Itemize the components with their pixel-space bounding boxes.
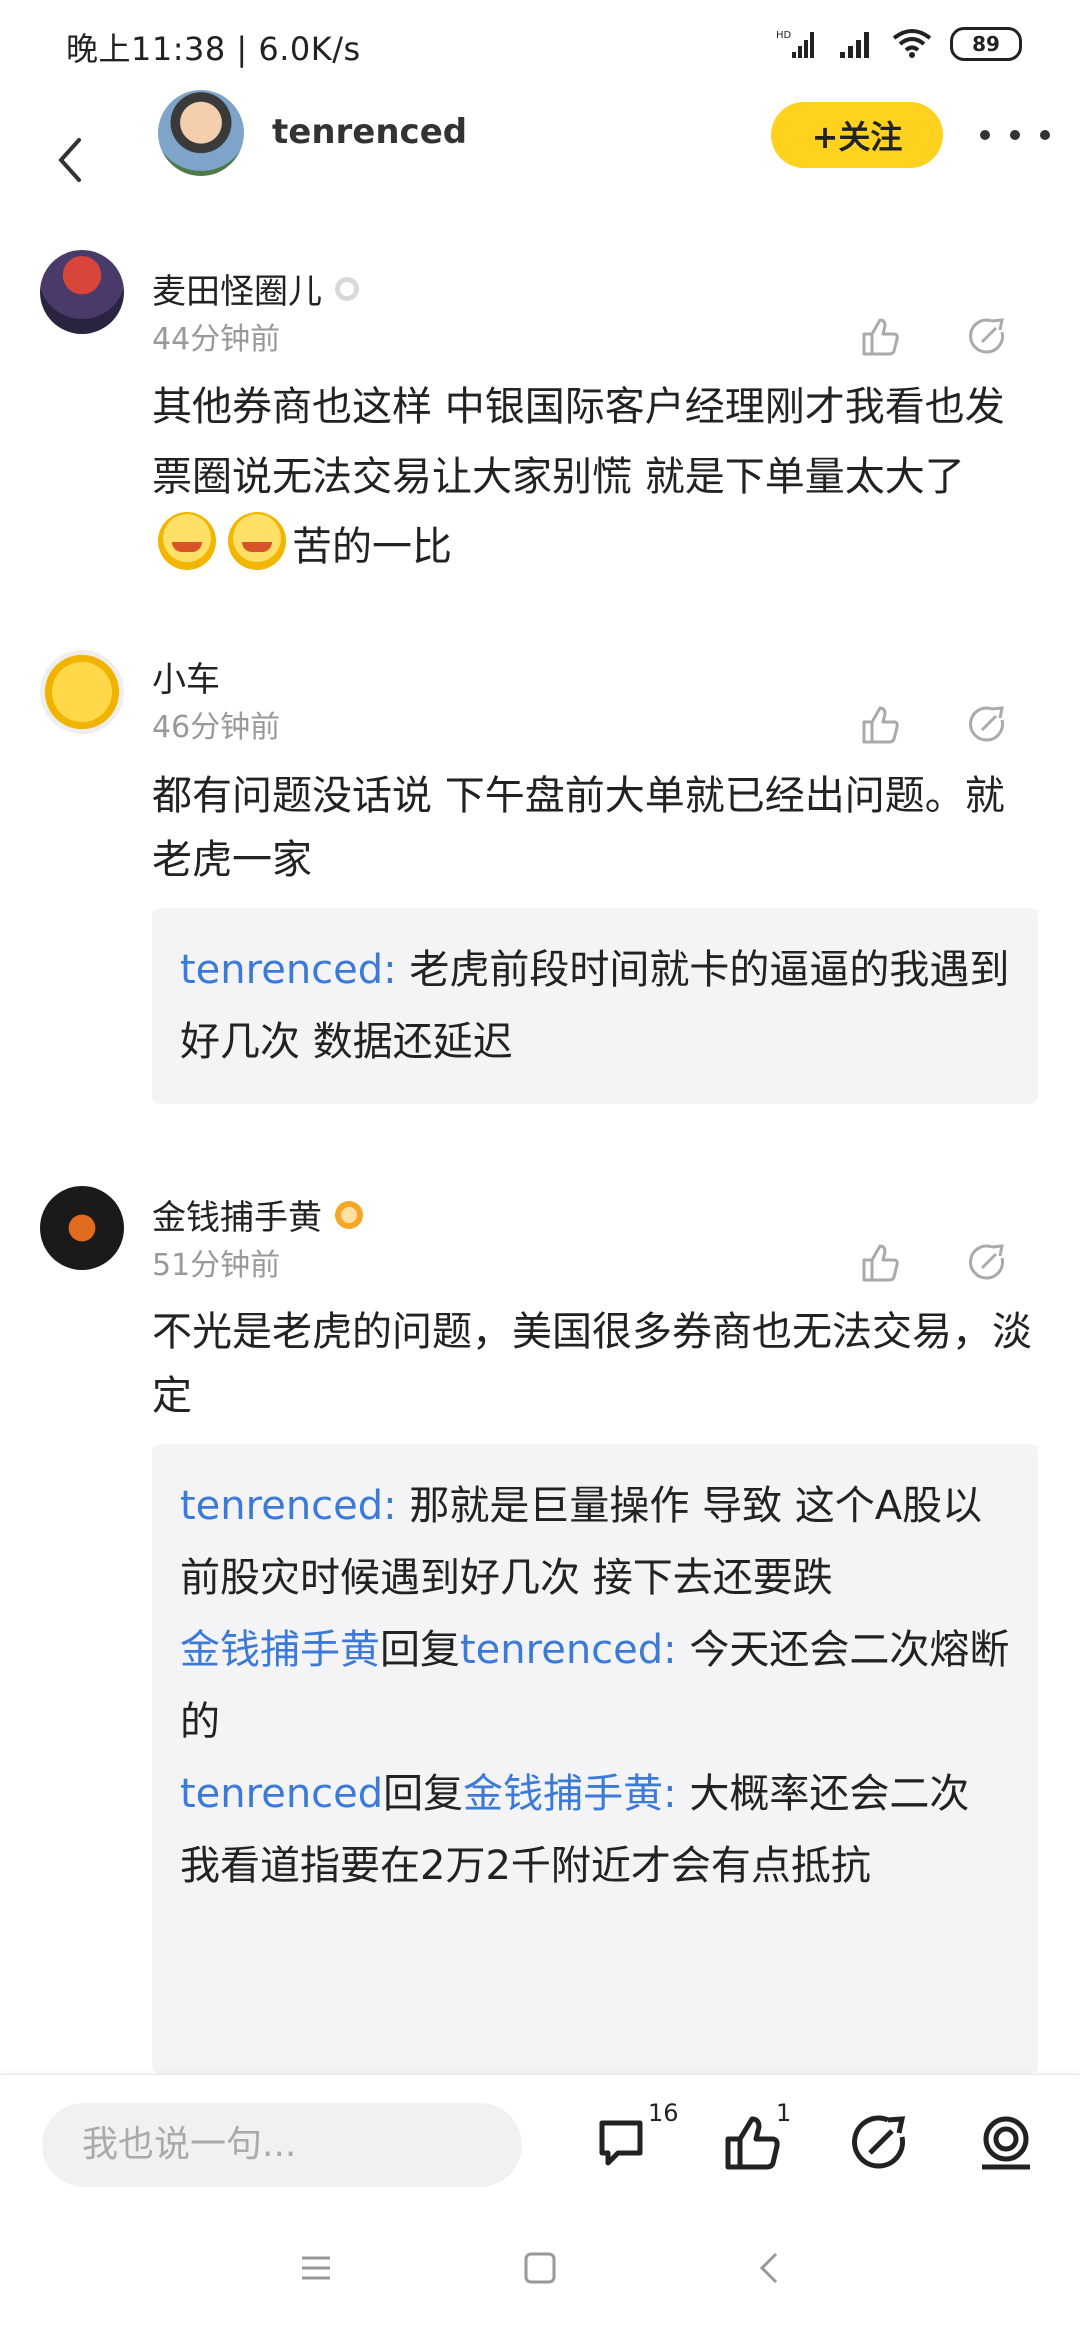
commenter-name[interactable]: 麦田怪圈儿 — [152, 264, 362, 313]
signal-icon — [840, 32, 869, 58]
comment-input[interactable]: 我也说一句... — [42, 2103, 522, 2187]
reply-item: tenrenced: 老虎前段时间就卡的逼逼的我遇到好几次 数据还延迟 — [180, 934, 1010, 1078]
user-avatar[interactable] — [158, 90, 244, 176]
like-count: 1 — [776, 2099, 792, 2127]
commenter-avatar[interactable] — [40, 650, 124, 734]
more-options-button[interactable] — [980, 110, 1050, 160]
svg-text:HD: HD — [776, 30, 792, 41]
battery-indicator: 89 — [950, 27, 1022, 61]
bottom-action-bar: 我也说一句... 16 1 — [0, 2074, 1080, 2211]
comment-text-part: 苦的一比 — [292, 524, 452, 570]
signal-hd-icon: HD — [776, 30, 814, 58]
reply-item: tenrenced: 那就是巨量操作 导致 这个A股以前股灾时候遇到好几次 接下… — [180, 1470, 1010, 1614]
reply-author[interactable]: tenrenced — [180, 947, 383, 993]
reward-icon[interactable] — [974, 2111, 1038, 2175]
level-badge-icon — [335, 276, 359, 301]
dot-icon — [1010, 130, 1020, 140]
dot-icon — [980, 130, 990, 140]
share-icon[interactable] — [966, 1240, 1010, 1284]
comment-text: 都有问题没话说 下午盘前大单就已经出问题。就老虎一家 — [152, 773, 1005, 883]
reply-author[interactable]: 金钱捕手黄 — [180, 1627, 380, 1673]
status-icons: HD 89 — [776, 24, 1022, 64]
home-icon[interactable] — [522, 2250, 558, 2286]
reply-author[interactable]: tenrenced — [180, 1771, 383, 1817]
reply-thread[interactable]: tenrenced: 老虎前段时间就卡的逼逼的我遇到好几次 数据还延迟 — [152, 908, 1038, 1104]
crying-emoji-icon — [228, 512, 286, 570]
comment-text-part: 其他券商也这样 中银国际客户经理刚才我看也发票圈说无法交易让大家别慌 就是下单量… — [152, 384, 1005, 500]
comment-time: 46分钟前 — [152, 710, 281, 745]
system-nav-bar — [0, 2210, 1080, 2340]
like-icon[interactable] — [858, 702, 902, 746]
reply-verb: 回复 — [380, 1627, 460, 1673]
crying-emoji-icon — [158, 512, 216, 570]
reply-verb: 回复 — [383, 1771, 464, 1817]
reply-thread[interactable]: tenrenced: 那就是巨量操作 导致 这个A股以前股灾时候遇到好几次 接下… — [152, 1444, 1038, 2074]
status-time: 晚上11:38 | 6.0K/s — [66, 30, 361, 68]
reply-item: 金钱捕手黄回复tenrenced: 今天还会二次熔断的 — [180, 1614, 1010, 1758]
dot-icon — [1040, 130, 1050, 140]
commenter-name-text: 金钱捕手黄 — [152, 1198, 322, 1238]
back-nav-icon[interactable] — [752, 2250, 788, 2286]
share-icon[interactable] — [966, 314, 1010, 358]
commenter-name[interactable]: 金钱捕手黄 — [152, 1190, 366, 1239]
status-bar: 晚上11:38 | 6.0K/s HD 89 — [0, 0, 1080, 90]
reply-author[interactable]: tenrenced — [180, 1483, 383, 1529]
comment-time: 44分钟前 — [152, 322, 281, 357]
reply-separator: : — [383, 947, 410, 993]
commenter-name[interactable]: 小车 — [152, 652, 220, 701]
commenter-avatar[interactable] — [40, 250, 124, 334]
like-icon[interactable] — [858, 1240, 902, 1284]
chevron-left-icon — [58, 138, 81, 182]
reply-item: tenrenced回复金钱捕手黄: 大概率还会二次 我看道指要在2万2千附近才会… — [180, 1758, 1010, 1902]
back-button[interactable] — [40, 110, 100, 210]
top-nav: tenrenced +关注 — [0, 90, 1080, 230]
like-icon[interactable] — [858, 314, 902, 358]
menu-icon[interactable] — [298, 2250, 334, 2286]
reply-target[interactable]: tenrenced — [460, 1627, 663, 1673]
reply-separator: : — [663, 1771, 690, 1817]
comment-time: 51分钟前 — [152, 1248, 281, 1283]
commenter-avatar[interactable] — [40, 1186, 124, 1270]
comment-count: 16 — [648, 2099, 679, 2127]
reply-separator: : — [383, 1483, 410, 1529]
comment-text: 不光是老虎的问题，美国很多券商也无法交易，淡定 — [152, 1309, 1032, 1419]
commenter-name-text: 麦田怪圈儿 — [152, 272, 322, 312]
share-icon[interactable] — [848, 2111, 912, 2175]
follow-button[interactable]: +关注 — [771, 102, 943, 168]
reply-separator: : — [663, 1627, 690, 1673]
commenter-name-text: 小车 — [152, 660, 220, 700]
header-username[interactable]: tenrenced — [272, 112, 467, 152]
comment-text: 其他券商也这样 中银国际客户经理刚才我看也发票圈说无法交易让大家别慌 就是下单量… — [152, 372, 1032, 582]
share-icon[interactable] — [966, 702, 1010, 746]
gold-badge-icon — [335, 1200, 363, 1229]
reply-target[interactable]: 金钱捕手黄 — [463, 1771, 663, 1817]
wifi-icon — [892, 29, 932, 58]
